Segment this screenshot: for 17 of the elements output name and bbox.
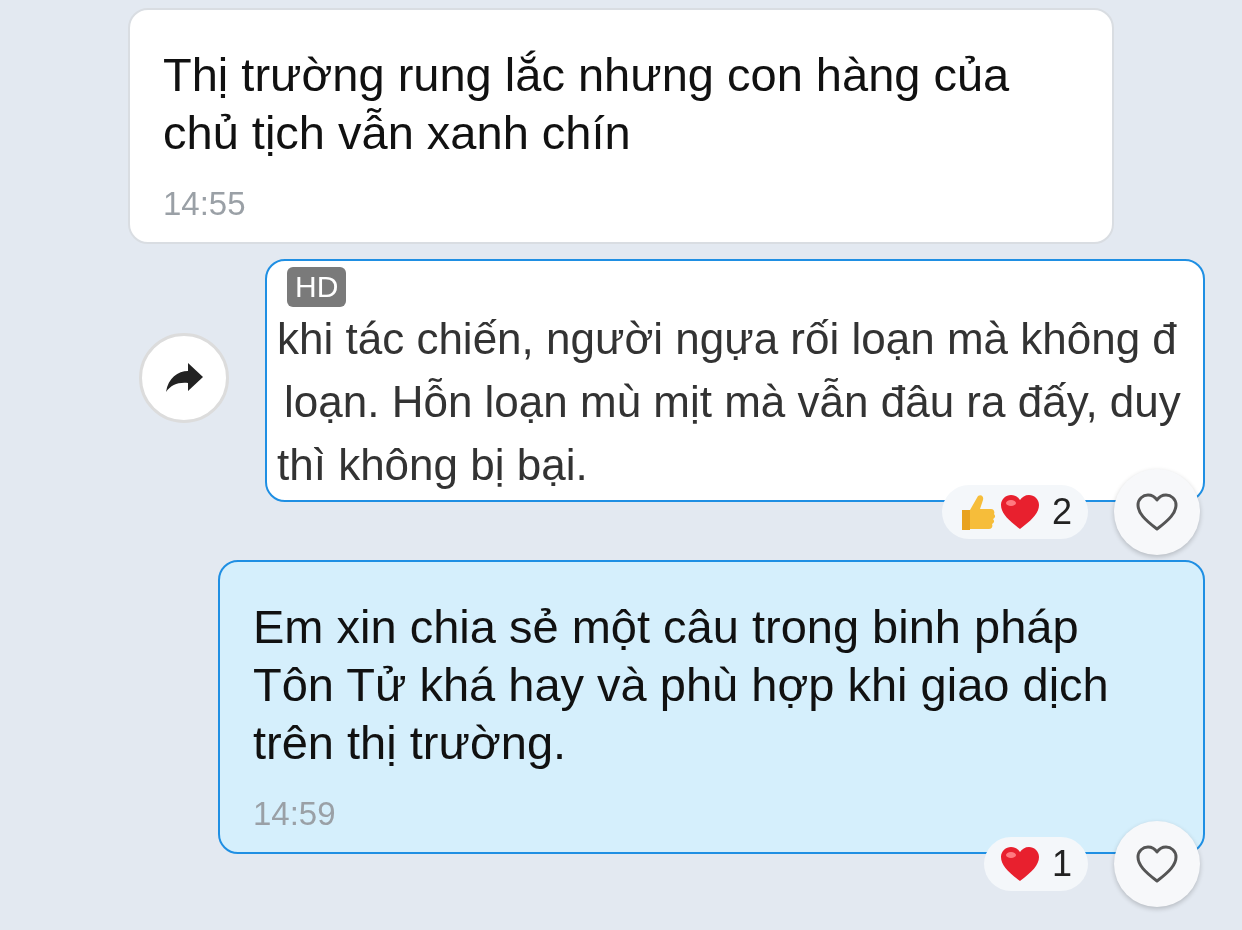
heart-icon: [999, 494, 1040, 530]
image-text-line: loạn. Hỗn loạn mù mịt mà vẫn đâu ra đấy, duy: [284, 376, 1181, 428]
heart-icon: [999, 846, 1040, 882]
message-time: 14:59: [253, 794, 336, 834]
reaction-pill[interactable]: 2: [941, 485, 1088, 539]
message-text: Thị trường rung lắc nhưng con hàng của chủ tịch vẫn xanh chín: [163, 47, 1011, 161]
hd-badge: HD: [287, 267, 347, 307]
message-text: Em xin chia sẻ một câu trong binh pháp Tôn Tử khá hay và phù hợp khi giao dịch trên thị trường.: [253, 599, 1110, 771]
heart-outline-icon: [1135, 844, 1179, 884]
share-arrow-icon: [164, 362, 204, 394]
message-time: 14:55: [163, 184, 246, 224]
reaction-pill[interactable]: 1: [983, 837, 1088, 891]
image-text-line: thì không bị bại.: [277, 439, 588, 491]
heart-outline-icon: [1135, 492, 1179, 532]
like-button[interactable]: [1114, 469, 1200, 555]
like-button[interactable]: [1114, 821, 1200, 907]
image-text-line: khi tác chiến, người ngựa rối loạn mà không đ: [277, 313, 1177, 365]
